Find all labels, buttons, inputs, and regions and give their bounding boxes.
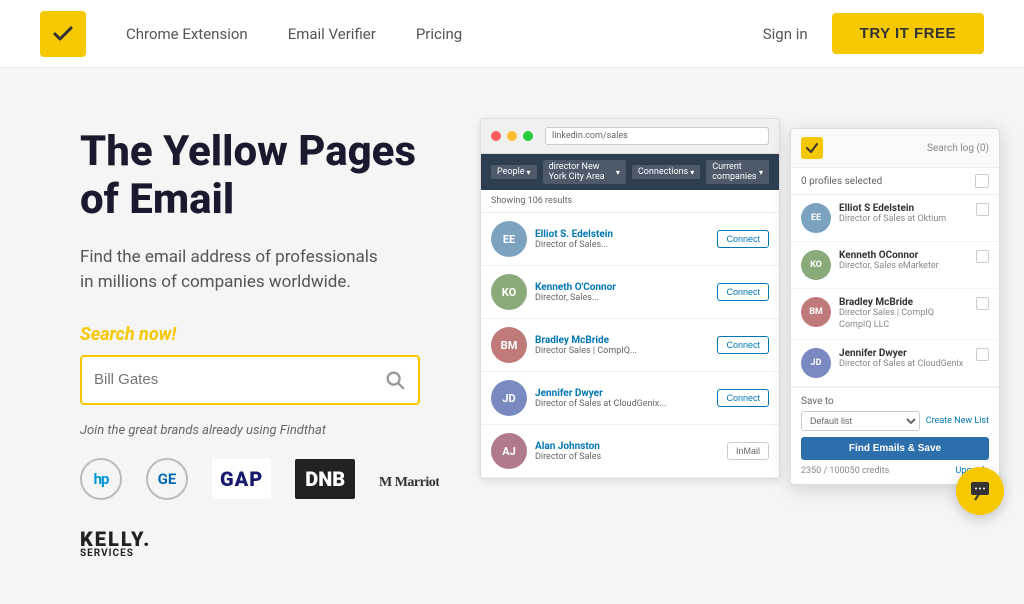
li-person-row: KO Kenneth O'Connor Director, Sales... C…	[481, 266, 779, 319]
browser-bar: linkedin.com/sales	[481, 119, 779, 154]
filter-people[interactable]: People ▾	[491, 165, 537, 179]
ext-person-row: BM Bradley McBride Director Sales | Comp…	[791, 289, 999, 340]
results-header: Showing 106 results	[481, 190, 779, 213]
try-free-button[interactable]: TRY IT FREE	[832, 13, 984, 54]
brand-dnb: DNB	[295, 459, 355, 499]
ext-person-row: KO Kenneth OConnor Director, Sales eMark…	[791, 242, 999, 289]
person-checkbox[interactable]	[976, 203, 989, 216]
ext-avatar: EE	[801, 203, 831, 233]
hero-left: The Yellow Pages of Email Find the email…	[80, 118, 500, 564]
browser-mockup: linkedin.com/sales People ▾ director New…	[480, 118, 1000, 479]
nav-links: Chrome Extension Email Verifier Pricing	[126, 25, 763, 43]
search-input[interactable]	[94, 371, 384, 388]
ext-person-row: EE Elliot S Edelstein Director of Sales …	[791, 195, 999, 242]
nav-email-verifier[interactable]: Email Verifier	[288, 25, 376, 43]
person-info: Alan Johnston Director of Sales	[535, 441, 719, 462]
person-checkbox[interactable]	[976, 348, 989, 361]
ext-person-info: Bradley McBride Director Sales | CompIQ …	[839, 297, 968, 331]
search-label: Search now!	[80, 324, 500, 345]
ext-person-info: Kenneth OConnor Director, Sales eMarkete…	[839, 250, 968, 273]
avatar: EE	[491, 221, 527, 257]
ext-person-info: Jennifer Dwyer Director of Sales at Clou…	[839, 348, 968, 371]
navbar: Chrome Extension Email Verifier Pricing …	[0, 0, 1024, 68]
filter-connections[interactable]: Connections ▾	[632, 165, 700, 179]
ext-header: Search log (0)	[791, 129, 999, 168]
list-select[interactable]: Default list	[801, 411, 920, 431]
ext-avatar: KO	[801, 250, 831, 280]
person-info: Bradley McBride Director Sales | CompIQ.…	[535, 335, 709, 356]
person-checkbox[interactable]	[976, 250, 989, 263]
create-list-link[interactable]: Create New List	[926, 416, 989, 426]
dot-red	[491, 131, 501, 141]
brand-hp: hp	[80, 458, 122, 500]
li-person-row: JD Jennifer Dwyer Director of Sales at C…	[481, 372, 779, 425]
nav-pricing[interactable]: Pricing	[416, 25, 462, 43]
dot-green	[523, 131, 533, 141]
li-person-row: BM Bradley McBride Director Sales | Comp…	[481, 319, 779, 372]
person-info: Kenneth O'Connor Director, Sales...	[535, 282, 709, 303]
select-all-checkbox[interactable]	[975, 174, 989, 188]
inbox-button[interactable]: InMail	[727, 442, 769, 460]
linkedin-panel: linkedin.com/sales People ▾ director New…	[480, 118, 780, 479]
subtitle: Find the email address of professionals …	[80, 245, 500, 296]
brand-gap: GAP	[212, 459, 271, 499]
url-bar: linkedin.com/sales	[545, 127, 769, 145]
search-icon	[384, 369, 406, 391]
site-logo[interactable]	[40, 11, 86, 57]
filter-bar: People ▾ director New York City Area ▾ C…	[481, 154, 779, 190]
save-row: Default list Create New List	[801, 411, 989, 431]
person-info: Elliot S. Edelstein Director of Sales...	[535, 229, 709, 250]
li-person-row: EE Elliot S. Edelstein Director of Sales…	[481, 213, 779, 266]
brand-kelly: KELLY. SERVICES	[80, 524, 151, 564]
brand-ge: GE	[146, 458, 188, 500]
svg-text:M Marriott: M Marriott	[379, 475, 439, 490]
nav-chrome-extension[interactable]: Chrome Extension	[126, 25, 248, 43]
li-person-row: AJ Alan Johnston Director of Sales InMai…	[481, 425, 779, 478]
hero-right: linkedin.com/sales People ▾ director New…	[480, 118, 1000, 479]
connect-button[interactable]: Connect	[717, 230, 769, 248]
connect-button[interactable]: Connect	[717, 389, 769, 407]
filter-location[interactable]: director New York City Area ▾	[543, 160, 626, 184]
ext-person-info: Elliot S Edelstein Director of Sales at …	[839, 203, 968, 226]
ext-avatar: BM	[801, 297, 831, 327]
search-box	[80, 355, 420, 405]
person-info: Jennifer Dwyer Director of Sales at Clou…	[535, 388, 709, 409]
ext-person-row: JD Jennifer Dwyer Director of Sales at C…	[791, 340, 999, 387]
nav-right: Sign in TRY IT FREE	[763, 13, 984, 54]
search-log: Search log (0)	[927, 143, 989, 154]
join-text: Join the great brands already using Find…	[80, 423, 500, 438]
avatar: BM	[491, 327, 527, 363]
dot-yellow	[507, 131, 517, 141]
person-checkbox[interactable]	[976, 297, 989, 310]
brands-row: hp GE GAP DNB M Marriott KELLY. SERVICES	[80, 458, 500, 564]
ext-logo	[801, 137, 823, 159]
find-emails-button[interactable]: Find Emails & Save	[801, 437, 989, 460]
headline: The Yellow Pages of Email	[80, 128, 500, 225]
sign-in-link[interactable]: Sign in	[763, 25, 808, 43]
avatar: AJ	[491, 433, 527, 469]
profiles-bar: 0 profiles selected	[791, 168, 999, 195]
avatar: JD	[491, 380, 527, 416]
extension-panel: Search log (0) 0 profiles selected EE El…	[790, 128, 1000, 485]
ext-avatar: JD	[801, 348, 831, 378]
connect-button[interactable]: Connect	[717, 283, 769, 301]
chat-bubble[interactable]	[956, 467, 1004, 515]
search-button[interactable]	[384, 369, 406, 391]
avatar: KO	[491, 274, 527, 310]
main-content: The Yellow Pages of Email Find the email…	[0, 68, 1024, 604]
filter-companies[interactable]: Current companies ▾	[706, 160, 769, 184]
connect-button[interactable]: Connect	[717, 336, 769, 354]
brand-marriott: M Marriott	[379, 459, 439, 499]
